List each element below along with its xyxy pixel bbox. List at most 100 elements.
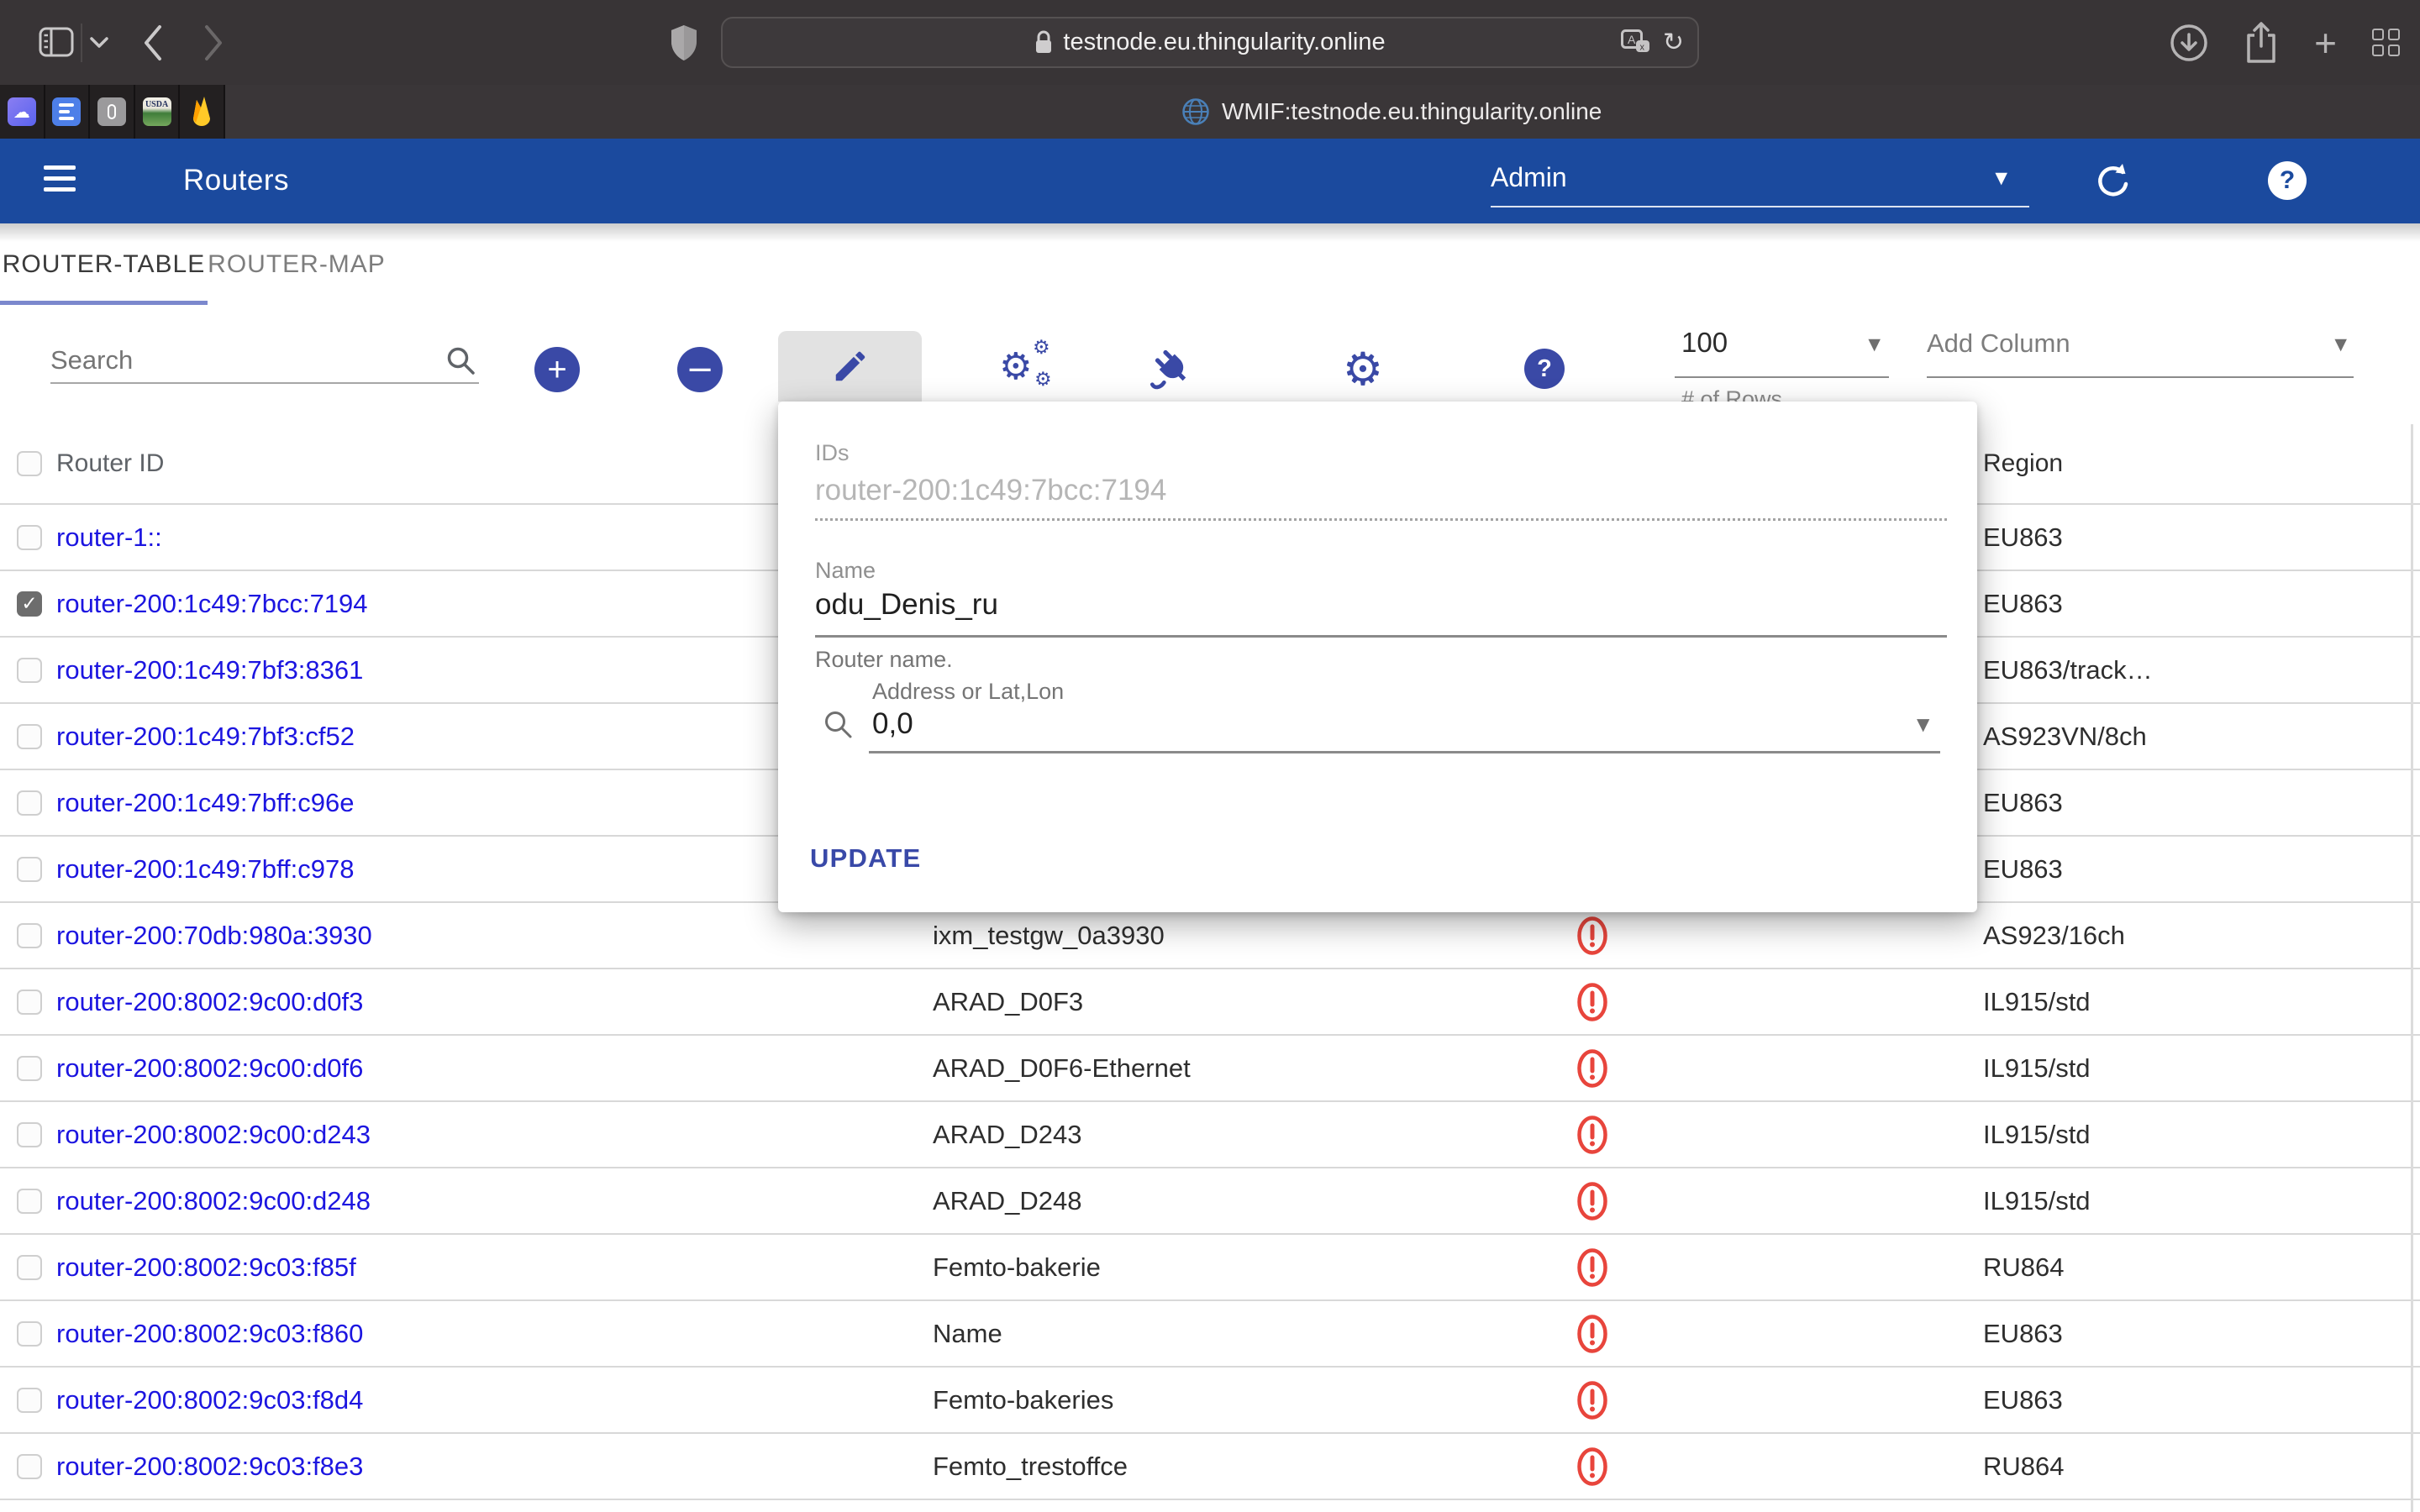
table-row: router-200:70db:980a:3930 ixm_testgw_0a3… — [0, 903, 2420, 969]
router-id-link[interactable]: router-200:8002:9c00:d243 — [56, 1120, 371, 1149]
router-id-link[interactable]: router-200:8002:9c03:f85f — [56, 1252, 356, 1282]
error-icon[interactable] — [1576, 1048, 1609, 1089]
address-field[interactable]: 0,0 — [872, 707, 913, 741]
error-icon[interactable] — [1576, 1380, 1609, 1420]
browser-chrome: testnode.eu.thingularity.online A x ↻ + — [0, 0, 2420, 85]
router-id-link[interactable]: router-200:8002:9c03:f860 — [56, 1319, 363, 1348]
select-all-checkbox[interactable] — [17, 451, 42, 476]
row-checkbox[interactable] — [17, 1189, 42, 1214]
row-checkbox[interactable] — [17, 1388, 42, 1413]
table-row: router-200:8002:9c03:f8e3 Femto_trestoff… — [0, 1434, 2420, 1500]
url-text: testnode.eu.thingularity.online — [1063, 29, 1385, 56]
error-icon[interactable] — [1576, 916, 1609, 956]
error-icon[interactable] — [1576, 1314, 1609, 1354]
chevron-down-icon[interactable]: ▼ — [1917, 714, 1929, 734]
translate-icon[interactable]: A x — [1621, 29, 1651, 56]
docs-icon — [52, 97, 81, 126]
table-row: router-200:8002:9c00:d0f3 ARAD_D0F3 IL91… — [0, 969, 2420, 1036]
row-checkbox[interactable] — [17, 525, 42, 550]
row-checkbox[interactable] — [17, 990, 42, 1015]
lock-icon — [1034, 30, 1053, 55]
services-button[interactable]: ⚙ ⚙ ⚙ — [999, 339, 1060, 399]
router-id-link[interactable]: router-200:1c49:7bf3:8361 — [56, 655, 363, 685]
row-checkbox[interactable] — [17, 1122, 42, 1147]
new-tab-icon[interactable]: + — [2314, 24, 2337, 62]
toolbar-help-button[interactable]: ? — [1518, 342, 1571, 396]
pinned-tab-docs[interactable] — [45, 85, 91, 139]
error-icon[interactable] — [1576, 1181, 1609, 1221]
user-role-select[interactable]: Admin ▼ — [1491, 154, 2029, 207]
row-checkbox[interactable] — [17, 790, 42, 816]
add-column-select[interactable]: Add Column ▼ — [1927, 320, 2354, 378]
router-id-link[interactable]: router-200:8002:9c00:d0f6 — [56, 1053, 363, 1083]
router-id-link[interactable]: router-200:8002:9c00:d0f3 — [56, 987, 363, 1016]
row-checkbox[interactable] — [17, 923, 42, 948]
router-id-link[interactable]: router-200:1c49:7bf3:cf52 — [56, 722, 355, 751]
pinned-tab-firebase[interactable] — [180, 85, 225, 139]
row-checkbox[interactable] — [17, 1321, 42, 1347]
scrollbar-track[interactable] — [2411, 424, 2413, 1512]
router-id-link[interactable]: router-200:70db:980a:3930 — [56, 921, 372, 950]
update-button[interactable]: UPDATE — [810, 843, 921, 874]
router-id-link[interactable]: router-1:: — [56, 522, 162, 552]
router-id-link[interactable]: router-200:1c49:7bcc:7194 — [56, 589, 368, 618]
row-checkbox[interactable] — [17, 1255, 42, 1280]
settings-button[interactable]: ⚙ — [1336, 342, 1390, 396]
search-input[interactable] — [50, 345, 420, 375]
name-field[interactable]: odu_Denis_ru — [815, 588, 998, 622]
ids-label: IDs — [815, 440, 850, 466]
pinned-tab-icloud[interactable]: ☁ — [0, 85, 45, 139]
connect-button[interactable] — [1147, 342, 1201, 396]
router-id-link[interactable]: router-200:1c49:7bff:c96e — [56, 788, 354, 817]
usda-icon: USDA — [143, 97, 171, 126]
row-checkbox[interactable] — [17, 724, 42, 749]
row-checkbox[interactable] — [17, 1056, 42, 1081]
svg-text:x: x — [1639, 42, 1644, 52]
help-icon[interactable]: ? — [2268, 161, 2307, 200]
add-router-button[interactable]: + — [534, 347, 580, 392]
error-icon[interactable] — [1576, 1446, 1609, 1487]
shield-privacy-icon[interactable] — [669, 24, 699, 62]
name-underline — [815, 635, 1947, 638]
sidebar-toggle-icon[interactable] — [39, 27, 74, 57]
ids-disabled-underline — [815, 518, 1947, 521]
view-tabs: ROUTER-TABLE ROUTER-MAP — [0, 223, 2420, 305]
row-checkbox[interactable] — [17, 658, 42, 683]
pinned-tab-usda[interactable]: USDA — [135, 85, 181, 139]
tab-overview-icon[interactable] — [2372, 29, 2400, 56]
active-tab[interactable]: WMIF:testnode.eu.thingularity.online — [1181, 85, 1602, 139]
rows-per-page-select[interactable]: 100 ▼ — [1675, 320, 1889, 378]
back-icon[interactable] — [141, 24, 165, 62]
error-icon[interactable] — [1576, 1247, 1609, 1288]
hamburger-menu-icon[interactable] — [44, 165, 77, 192]
url-bar[interactable]: testnode.eu.thingularity.online A x ↻ — [721, 17, 1699, 68]
error-icon[interactable] — [1576, 1115, 1609, 1155]
table-row: router-200:8002:9c03:f85f Femto-bakerie … — [0, 1235, 2420, 1301]
router-id-link[interactable]: router-200:8002:9c00:d248 — [56, 1186, 371, 1215]
remove-router-button[interactable]: − — [677, 347, 723, 392]
router-id-link[interactable]: router-200:8002:9c03:f8e3 — [56, 1452, 363, 1481]
forward-icon[interactable] — [202, 24, 225, 62]
router-id-link[interactable]: router-200:1c49:7bff:c978 — [56, 854, 354, 884]
tab-router-table[interactable]: ROUTER-TABLE — [0, 223, 208, 305]
pinned-tab-generic[interactable] — [90, 85, 135, 139]
row-checkbox[interactable] — [17, 1454, 42, 1479]
address-underline — [869, 751, 1940, 753]
row-checkbox-checked[interactable]: ✓ — [17, 591, 42, 617]
user-role-value: Admin — [1491, 162, 1567, 193]
chevron-down-icon[interactable] — [89, 36, 109, 50]
table-row: router-200:8002:9c03:f8d4 Femto-bakeries… — [0, 1368, 2420, 1434]
edit-router-button[interactable] — [778, 331, 922, 402]
search-icon — [445, 345, 476, 375]
tab-router-map[interactable]: ROUTER-MAP — [208, 223, 386, 305]
share-icon[interactable] — [2244, 21, 2279, 65]
error-icon[interactable] — [1576, 982, 1609, 1022]
reload-icon[interactable]: ↻ — [1663, 30, 1684, 55]
cloud-icon: ☁ — [13, 102, 30, 122]
edit-router-dialog: IDs router-200:1c49:7bcc:7194 Name odu_D… — [778, 402, 1977, 912]
refresh-icon[interactable] — [2094, 162, 2133, 201]
plug-icon — [1150, 345, 1197, 392]
downloads-icon[interactable] — [2170, 24, 2208, 62]
row-checkbox[interactable] — [17, 857, 42, 882]
router-id-link[interactable]: router-200:8002:9c03:f8d4 — [56, 1385, 363, 1415]
